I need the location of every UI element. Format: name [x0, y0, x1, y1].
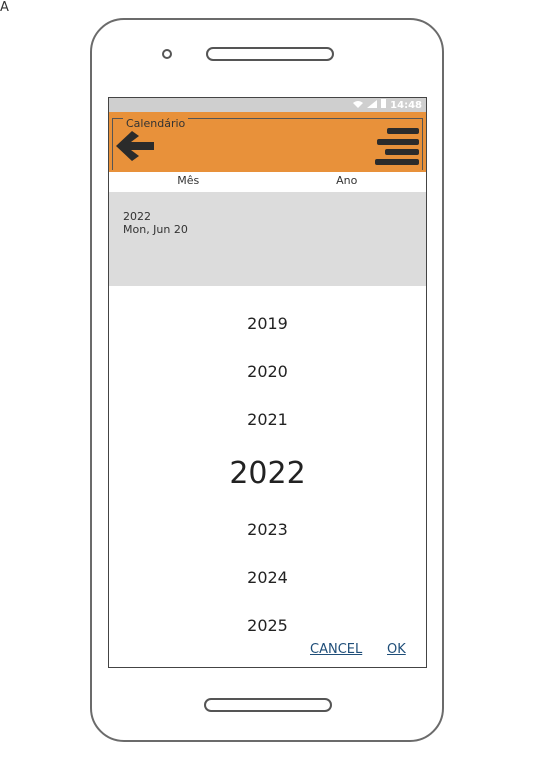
- selected-year: 2022: [123, 210, 151, 223]
- app-header: Calendário: [109, 112, 426, 172]
- selected-date-panel: 2022 Mon, Jun 20: [109, 192, 426, 286]
- signal-icon: [367, 99, 378, 111]
- ok-button[interactable]: OK: [387, 642, 406, 657]
- selected-date: Mon, Jun 20: [123, 223, 188, 236]
- year-item-2021[interactable]: 2021: [109, 410, 426, 429]
- year-item-2025[interactable]: 2025: [109, 616, 426, 635]
- tab-bar: Mês Ano: [109, 172, 426, 193]
- speaker: [206, 47, 334, 61]
- year-item-2020[interactable]: 2020: [109, 362, 426, 381]
- year-item-selected[interactable]: 2022: [109, 456, 426, 491]
- wifi-icon: [353, 100, 364, 111]
- screen: 14:48 Calendário Mês Ano 2022 Mon, Jun 2…: [108, 97, 427, 668]
- status-time: 14:48: [390, 99, 422, 111]
- cancel-button[interactable]: CANCEL: [310, 642, 362, 657]
- tab-month[interactable]: Mês: [109, 172, 268, 192]
- hamburger-menu-icon[interactable]: [375, 126, 423, 166]
- corner-mark: A: [0, 0, 9, 15]
- arrow-left-icon[interactable]: [112, 126, 156, 166]
- camera: [162, 49, 172, 59]
- status-bar: 14:48: [109, 98, 426, 112]
- year-item-2024[interactable]: 2024: [109, 568, 426, 587]
- year-item-2019[interactable]: 2019: [109, 314, 426, 333]
- tab-year[interactable]: Ano: [268, 172, 427, 192]
- battery-icon: [381, 99, 387, 111]
- year-item-2023[interactable]: 2023: [109, 520, 426, 539]
- home-button[interactable]: [204, 698, 332, 712]
